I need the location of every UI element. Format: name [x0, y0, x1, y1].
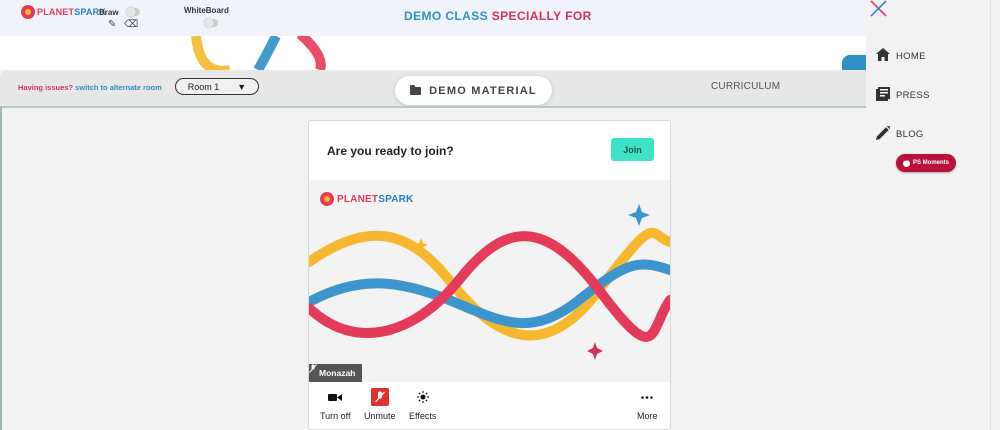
decorative-band — [0, 36, 866, 70]
effects-label: Effects — [409, 411, 437, 421]
wave-illustration — [309, 204, 670, 360]
room-select[interactable]: Room 1 ▼ — [175, 78, 259, 95]
issues-text: Having issues? switch to alternate room — [18, 83, 162, 92]
room-select-value: Room 1 — [187, 81, 220, 92]
unmute-button[interactable]: Unmute — [364, 388, 396, 421]
participant-name: Monazah — [319, 368, 356, 378]
switch-room-link[interactable]: switch to alternate room — [75, 83, 162, 92]
camera-icon — [326, 388, 344, 406]
sparkle-icon — [414, 388, 432, 406]
side-item-press-label: PRESS — [896, 90, 930, 101]
planetspark-logo-icon — [21, 5, 35, 19]
home-icon — [876, 48, 890, 64]
tab-demo-material-label: DEMO MATERIAL — [429, 84, 537, 97]
preview-logo-planet: PLANET — [337, 193, 379, 205]
planetspark-logo: PLANETSPARK — [21, 5, 106, 19]
chevron-down-icon: ▼ — [237, 81, 247, 92]
unmute-label: Unmute — [364, 411, 396, 421]
video-preview: PLANETSPARK Monazah — [309, 180, 670, 382]
headline-specially-for: SPECIALLY FOR — [491, 9, 592, 23]
top-bar: PLANETSPARK Draw ✎ ⌫ WhiteBoard DEMO CLA… — [0, 0, 866, 36]
side-item-blog-label: BLOG — [896, 129, 924, 140]
logo-text-planet: PLANET — [37, 7, 75, 17]
mic-muted-icon — [370, 388, 389, 406]
join-button[interactable]: Join — [611, 138, 654, 161]
preview-logo: PLANETSPARK — [320, 192, 413, 206]
having-issues-text: Having issues? — [18, 83, 74, 92]
newspaper-icon — [876, 87, 890, 104]
side-item-press[interactable]: PRESS — [876, 87, 930, 104]
prejoin-card: Are you ready to join? Join PLANETSPARK … — [308, 120, 671, 430]
draw-toggle[interactable] — [126, 7, 140, 17]
ps-moments-label: PS Moments — [912, 160, 949, 166]
participant-name-tag: Monazah — [309, 364, 363, 382]
more-button[interactable]: More — [637, 388, 658, 421]
more-label: More — [637, 411, 658, 421]
side-item-home[interactable]: HOME — [876, 48, 926, 64]
headline-demo-class: DEMO CLASS — [404, 9, 489, 23]
draw-label: Draw — [99, 8, 119, 17]
turn-off-camera-button[interactable]: Turn off — [320, 388, 351, 421]
close-icon[interactable] — [870, 0, 887, 22]
tab-demo-material[interactable]: DEMO MATERIAL — [395, 76, 552, 105]
scrollbar[interactable] — [990, 0, 1000, 430]
tab-curriculum[interactable]: CURRICULUM — [711, 81, 780, 92]
folder-icon — [410, 84, 422, 95]
room-bar: Having issues? switch to alternate room … — [0, 70, 866, 106]
page-headline: DEMO CLASS SPECIALLY FOR — [404, 9, 592, 23]
ps-moments-button[interactable]: PS Moments — [896, 154, 956, 172]
planetspark-logo-icon — [320, 192, 334, 206]
side-menu: HOME PRESS BLOG PS Moments — [866, 0, 990, 430]
card-title: Are you ready to join? — [327, 144, 454, 158]
pencil-icon[interactable]: ✎ — [108, 19, 116, 30]
page: PLANETSPARK Draw ✎ ⌫ WhiteBoard DEMO CLA… — [0, 0, 1000, 430]
effects-button[interactable]: Effects — [409, 388, 436, 421]
whiteboard-toggle[interactable] — [204, 18, 218, 28]
turn-off-label: Turn off — [320, 411, 351, 421]
eraser-icon[interactable]: ⌫ — [124, 19, 138, 30]
side-item-blog[interactable]: BLOG — [876, 125, 924, 143]
side-item-home-label: HOME — [896, 50, 926, 62]
decorative-arcs — [191, 36, 326, 70]
ps-moments-icon — [902, 157, 910, 167]
preview-logo-spark: SPARK — [378, 193, 414, 205]
whiteboard-label: WhiteBoard — [184, 6, 229, 15]
card-header: Are you ready to join? Join — [309, 121, 670, 180]
more-dots-icon — [638, 388, 656, 406]
media-controls: Turn off Unmute Effects More — [309, 382, 670, 427]
pencil-icon — [876, 125, 891, 143]
